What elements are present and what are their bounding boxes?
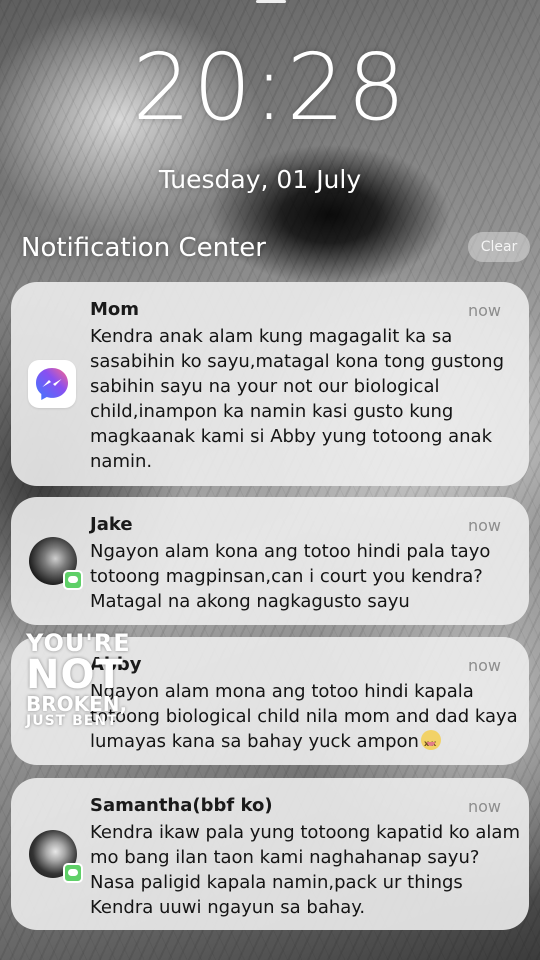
top-handle[interactable] [256, 0, 286, 3]
messages-badge-icon [63, 570, 83, 590]
clear-button[interactable]: Clear [468, 232, 530, 262]
notification-body: Ngayon alam mona ang totoo hindi kapala … [90, 679, 520, 756]
notification-sender: Mom [90, 299, 140, 320]
notification-time: now [467, 656, 501, 675]
notification-time: now [467, 516, 501, 535]
nauseated-face-icon [420, 730, 441, 756]
notification-body: Kendra anak alam kung magagalit ka sa sa… [90, 326, 505, 472]
notification-card-jake[interactable]: Jake now Ngayon alam kona ang totoo hind… [11, 497, 529, 625]
notification-sender: Abby [90, 654, 142, 675]
notification-sender: Samantha(bbf ko) [90, 795, 273, 816]
notification-body: Kendra ikaw pala yung totoong kapatid ko… [90, 822, 520, 918]
notification-body: Ngayon alam kona ang totoo hindi pala ta… [90, 541, 491, 612]
notification-time: now [467, 797, 501, 816]
notification-card-abby[interactable]: Abby now Ngayon alam mona ang totoo hind… [11, 637, 529, 765]
notification-center-title: Notification Center [21, 233, 266, 263]
notification-time: now [467, 301, 501, 320]
notification-card-samantha[interactable]: Samantha(bbf ko) now Kendra ikaw pala yu… [11, 778, 529, 930]
messenger-icon [28, 360, 76, 408]
notification-sender: Jake [90, 514, 133, 535]
lock-clock: 20:28 [132, 34, 408, 141]
notification-body-text: Ngayon alam mona ang totoo hindi kapala … [90, 681, 518, 752]
messages-badge-icon [63, 863, 83, 883]
lock-date: Tuesday, 01 July [158, 165, 362, 194]
notification-card-mom[interactable]: Mom now Kendra anak alam kung magagalit … [11, 282, 529, 486]
